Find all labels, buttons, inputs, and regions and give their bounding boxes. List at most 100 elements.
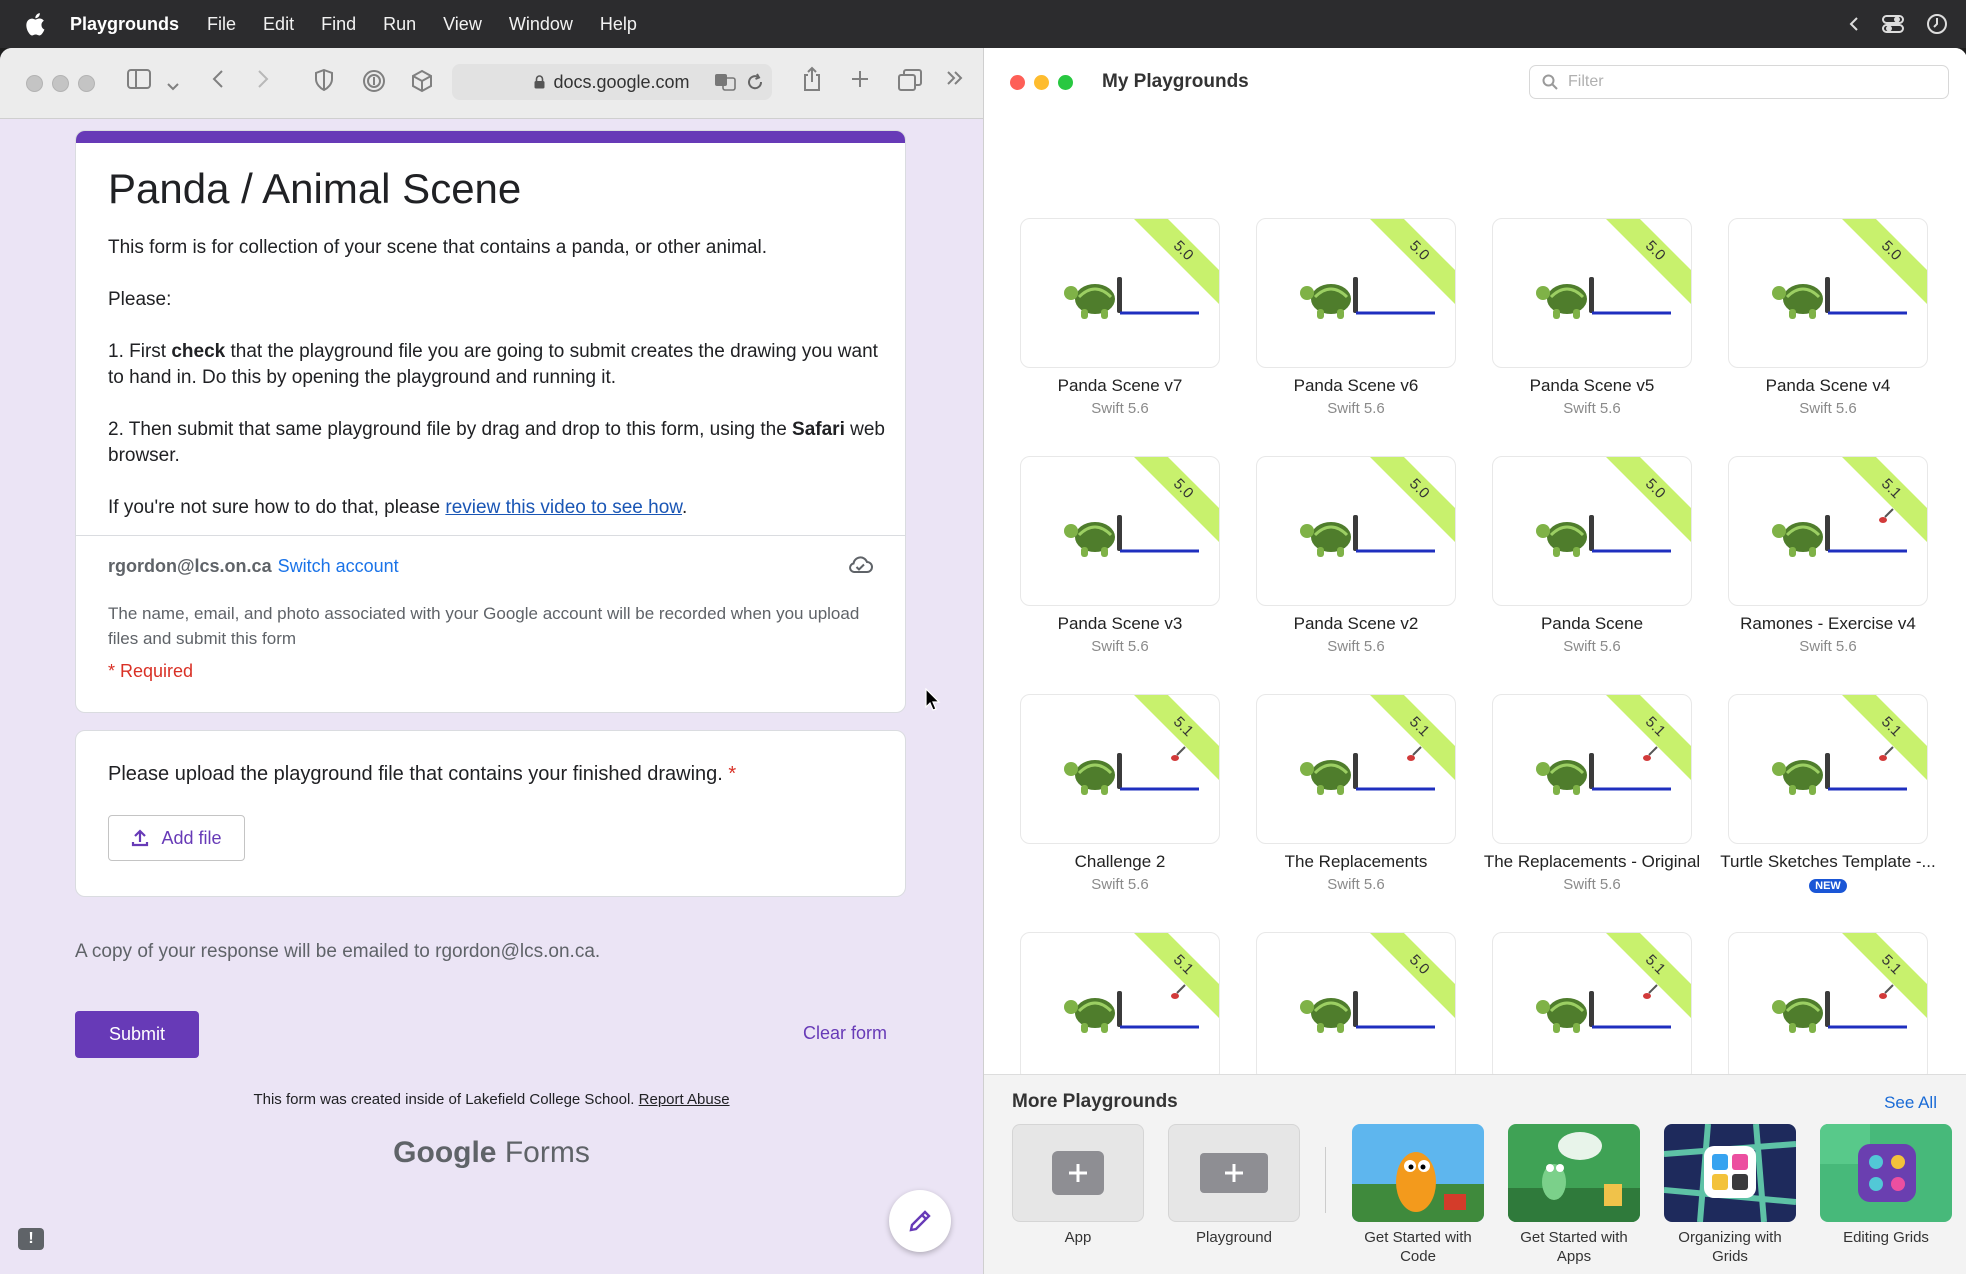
window-traffic-lights[interactable] bbox=[1010, 75, 1073, 90]
tab-overview-icon[interactable] bbox=[898, 69, 922, 96]
tile-name: Turtle Sketches Template -... bbox=[1720, 852, 1936, 871]
template-get-started-apps[interactable]: Get Started with Apps bbox=[1508, 1124, 1640, 1266]
control-center-icon[interactable] bbox=[1882, 15, 1904, 33]
app-template-icon bbox=[1012, 1124, 1144, 1222]
mouse-cursor-icon bbox=[925, 688, 941, 711]
menu-view[interactable]: View bbox=[443, 14, 482, 35]
form-please: Please: bbox=[108, 289, 172, 310]
turtle-thumbnail-icon bbox=[1536, 277, 1671, 319]
turtle-thumbnail-icon bbox=[1300, 991, 1435, 1033]
search-icon bbox=[1542, 74, 1558, 90]
pencil-icon bbox=[909, 1210, 931, 1232]
translate-icon[interactable] bbox=[714, 73, 736, 91]
google-forms-logo: Google Forms bbox=[393, 1136, 590, 1169]
tile-swift-version: Swift 5.6 bbox=[1091, 638, 1149, 655]
tile-swift-version: Swift 5.6 bbox=[1091, 876, 1149, 893]
sidebar-icon[interactable] bbox=[127, 69, 151, 94]
tile-name: Challenge 2 bbox=[1074, 852, 1166, 871]
menu-find[interactable]: Find bbox=[321, 14, 356, 35]
video-link[interactable]: review this video to see how bbox=[445, 497, 682, 518]
tile-swift-version: Swift 5.6 bbox=[1327, 400, 1385, 417]
feedback-icon[interactable]: ! bbox=[18, 1228, 44, 1250]
turtle-thumbnail-icon bbox=[1536, 984, 1671, 1033]
playground-thumbnail: 5.1 bbox=[1728, 694, 1928, 844]
menu-file[interactable]: File bbox=[207, 14, 236, 35]
turtle-thumbnail-icon bbox=[1064, 984, 1199, 1033]
filter-input[interactable]: Filter bbox=[1529, 65, 1949, 99]
zoom-icon[interactable] bbox=[1058, 75, 1073, 90]
shield-icon[interactable] bbox=[314, 68, 334, 96]
turtle-thumbnail-icon bbox=[1536, 515, 1671, 557]
template-get-started-code[interactable]: Get Started with Code bbox=[1352, 1124, 1484, 1266]
chevron-left-icon[interactable] bbox=[1848, 15, 1860, 33]
tile-swift-version: Swift 5.6 bbox=[1327, 638, 1385, 655]
upload-icon bbox=[132, 829, 149, 847]
playground-thumbnail: 5.1 bbox=[1256, 694, 1456, 844]
tile-name: Panda Scene v5 bbox=[1529, 376, 1655, 395]
form-title: Panda / Animal Scene bbox=[108, 165, 522, 212]
window-title: My Playgrounds bbox=[1102, 71, 1249, 92]
menu-bar: Playgrounds File Edit Find Run View Wind… bbox=[0, 0, 1966, 48]
forward-icon[interactable] bbox=[256, 69, 270, 94]
form-accent-band bbox=[76, 131, 905, 143]
playground-thumbnail: 5.0 bbox=[1256, 932, 1456, 1074]
address-bar[interactable]: docs.google.com bbox=[452, 64, 772, 100]
tile-name: Panda Scene v4 bbox=[1765, 376, 1891, 395]
upload-question-card: Please upload the playground file that c… bbox=[75, 730, 906, 897]
turtle-thumbnail-icon bbox=[1772, 277, 1907, 319]
tile-swift-version: Swift 5.6 bbox=[1563, 876, 1621, 893]
template-app[interactable]: App bbox=[1012, 1124, 1144, 1247]
turtle-thumbnail-icon bbox=[1772, 508, 1907, 557]
playground-thumbnail: 5.0 bbox=[1728, 218, 1928, 368]
menu-help[interactable]: Help bbox=[600, 14, 637, 35]
get-started-apps-art bbox=[1508, 1124, 1640, 1222]
form-help: If you're not sure how to do that, pleas… bbox=[108, 497, 688, 518]
get-started-code-art bbox=[1352, 1124, 1484, 1222]
cloud-saved-icon bbox=[849, 556, 873, 573]
lock-icon bbox=[534, 75, 545, 89]
chevron-down-icon[interactable] bbox=[167, 75, 179, 96]
organizing-grids-art bbox=[1664, 1124, 1796, 1222]
playground-grid: 5.0 Panda Scene v7 Swift 5.6 5.0 Panda Scene… bbox=[984, 118, 1966, 1074]
switch-account-link[interactable]: Switch account bbox=[278, 556, 399, 576]
form-footer-note: This form was created inside of Lakefiel… bbox=[253, 1091, 730, 1108]
form-intro: This form is for collection of your scen… bbox=[108, 237, 767, 258]
menu-window[interactable]: Window bbox=[509, 14, 573, 35]
report-abuse-link[interactable]: Report Abuse bbox=[639, 1091, 730, 1108]
turtle-thumbnail-icon bbox=[1536, 746, 1671, 795]
menu-app-name[interactable]: Playgrounds bbox=[70, 14, 179, 35]
template-editing-grids[interactable]: Editing Grids bbox=[1820, 1124, 1952, 1247]
turtle-thumbnail-icon bbox=[1300, 277, 1435, 319]
playground-thumbnail: 5.0 bbox=[1492, 218, 1692, 368]
add-file-button[interactable]: Add file bbox=[108, 815, 245, 861]
new-tab-icon[interactable] bbox=[850, 69, 870, 94]
menu-run[interactable]: Run bbox=[383, 14, 416, 35]
playgrounds-window: My Playgrounds Filter 5.0 Panda Scene v7 S… bbox=[983, 48, 1966, 1274]
clock-icon[interactable] bbox=[1926, 13, 1948, 35]
playground-thumbnail: 5.1 bbox=[1728, 932, 1928, 1074]
form-header-card: Panda / Animal Scene This form is for co… bbox=[75, 130, 906, 713]
reload-icon[interactable] bbox=[746, 73, 764, 91]
window-controls[interactable] bbox=[26, 74, 95, 92]
template-organizing-grids[interactable]: Organizing with Grids bbox=[1664, 1124, 1796, 1266]
share-icon[interactable] bbox=[802, 66, 822, 97]
playground-thumbnail: 5.0 bbox=[1020, 456, 1220, 606]
template-playground[interactable]: Playground bbox=[1168, 1124, 1300, 1247]
submit-button[interactable]: Submit bbox=[75, 1011, 199, 1058]
menu-edit[interactable]: Edit bbox=[263, 14, 294, 35]
edit-fab-button[interactable] bbox=[889, 1190, 951, 1252]
see-all-link[interactable]: See All bbox=[1884, 1093, 1937, 1113]
close-icon[interactable] bbox=[1010, 75, 1025, 90]
extension-box-icon[interactable] bbox=[410, 69, 434, 98]
apple-icon[interactable] bbox=[24, 12, 46, 36]
back-icon[interactable] bbox=[211, 69, 225, 94]
clear-form-button[interactable]: Clear form bbox=[803, 1023, 887, 1044]
turtle-thumbnail-icon bbox=[1064, 515, 1199, 557]
overflow-chevrons-icon[interactable] bbox=[946, 69, 964, 92]
turtle-thumbnail-icon bbox=[1772, 746, 1907, 795]
minimize-icon[interactable] bbox=[1034, 75, 1049, 90]
safari-toolbar: docs.google.com bbox=[0, 48, 983, 119]
turtle-thumbnail-icon bbox=[1064, 277, 1199, 319]
new-badge: NEW bbox=[1809, 879, 1847, 893]
password-icon[interactable] bbox=[362, 69, 386, 98]
